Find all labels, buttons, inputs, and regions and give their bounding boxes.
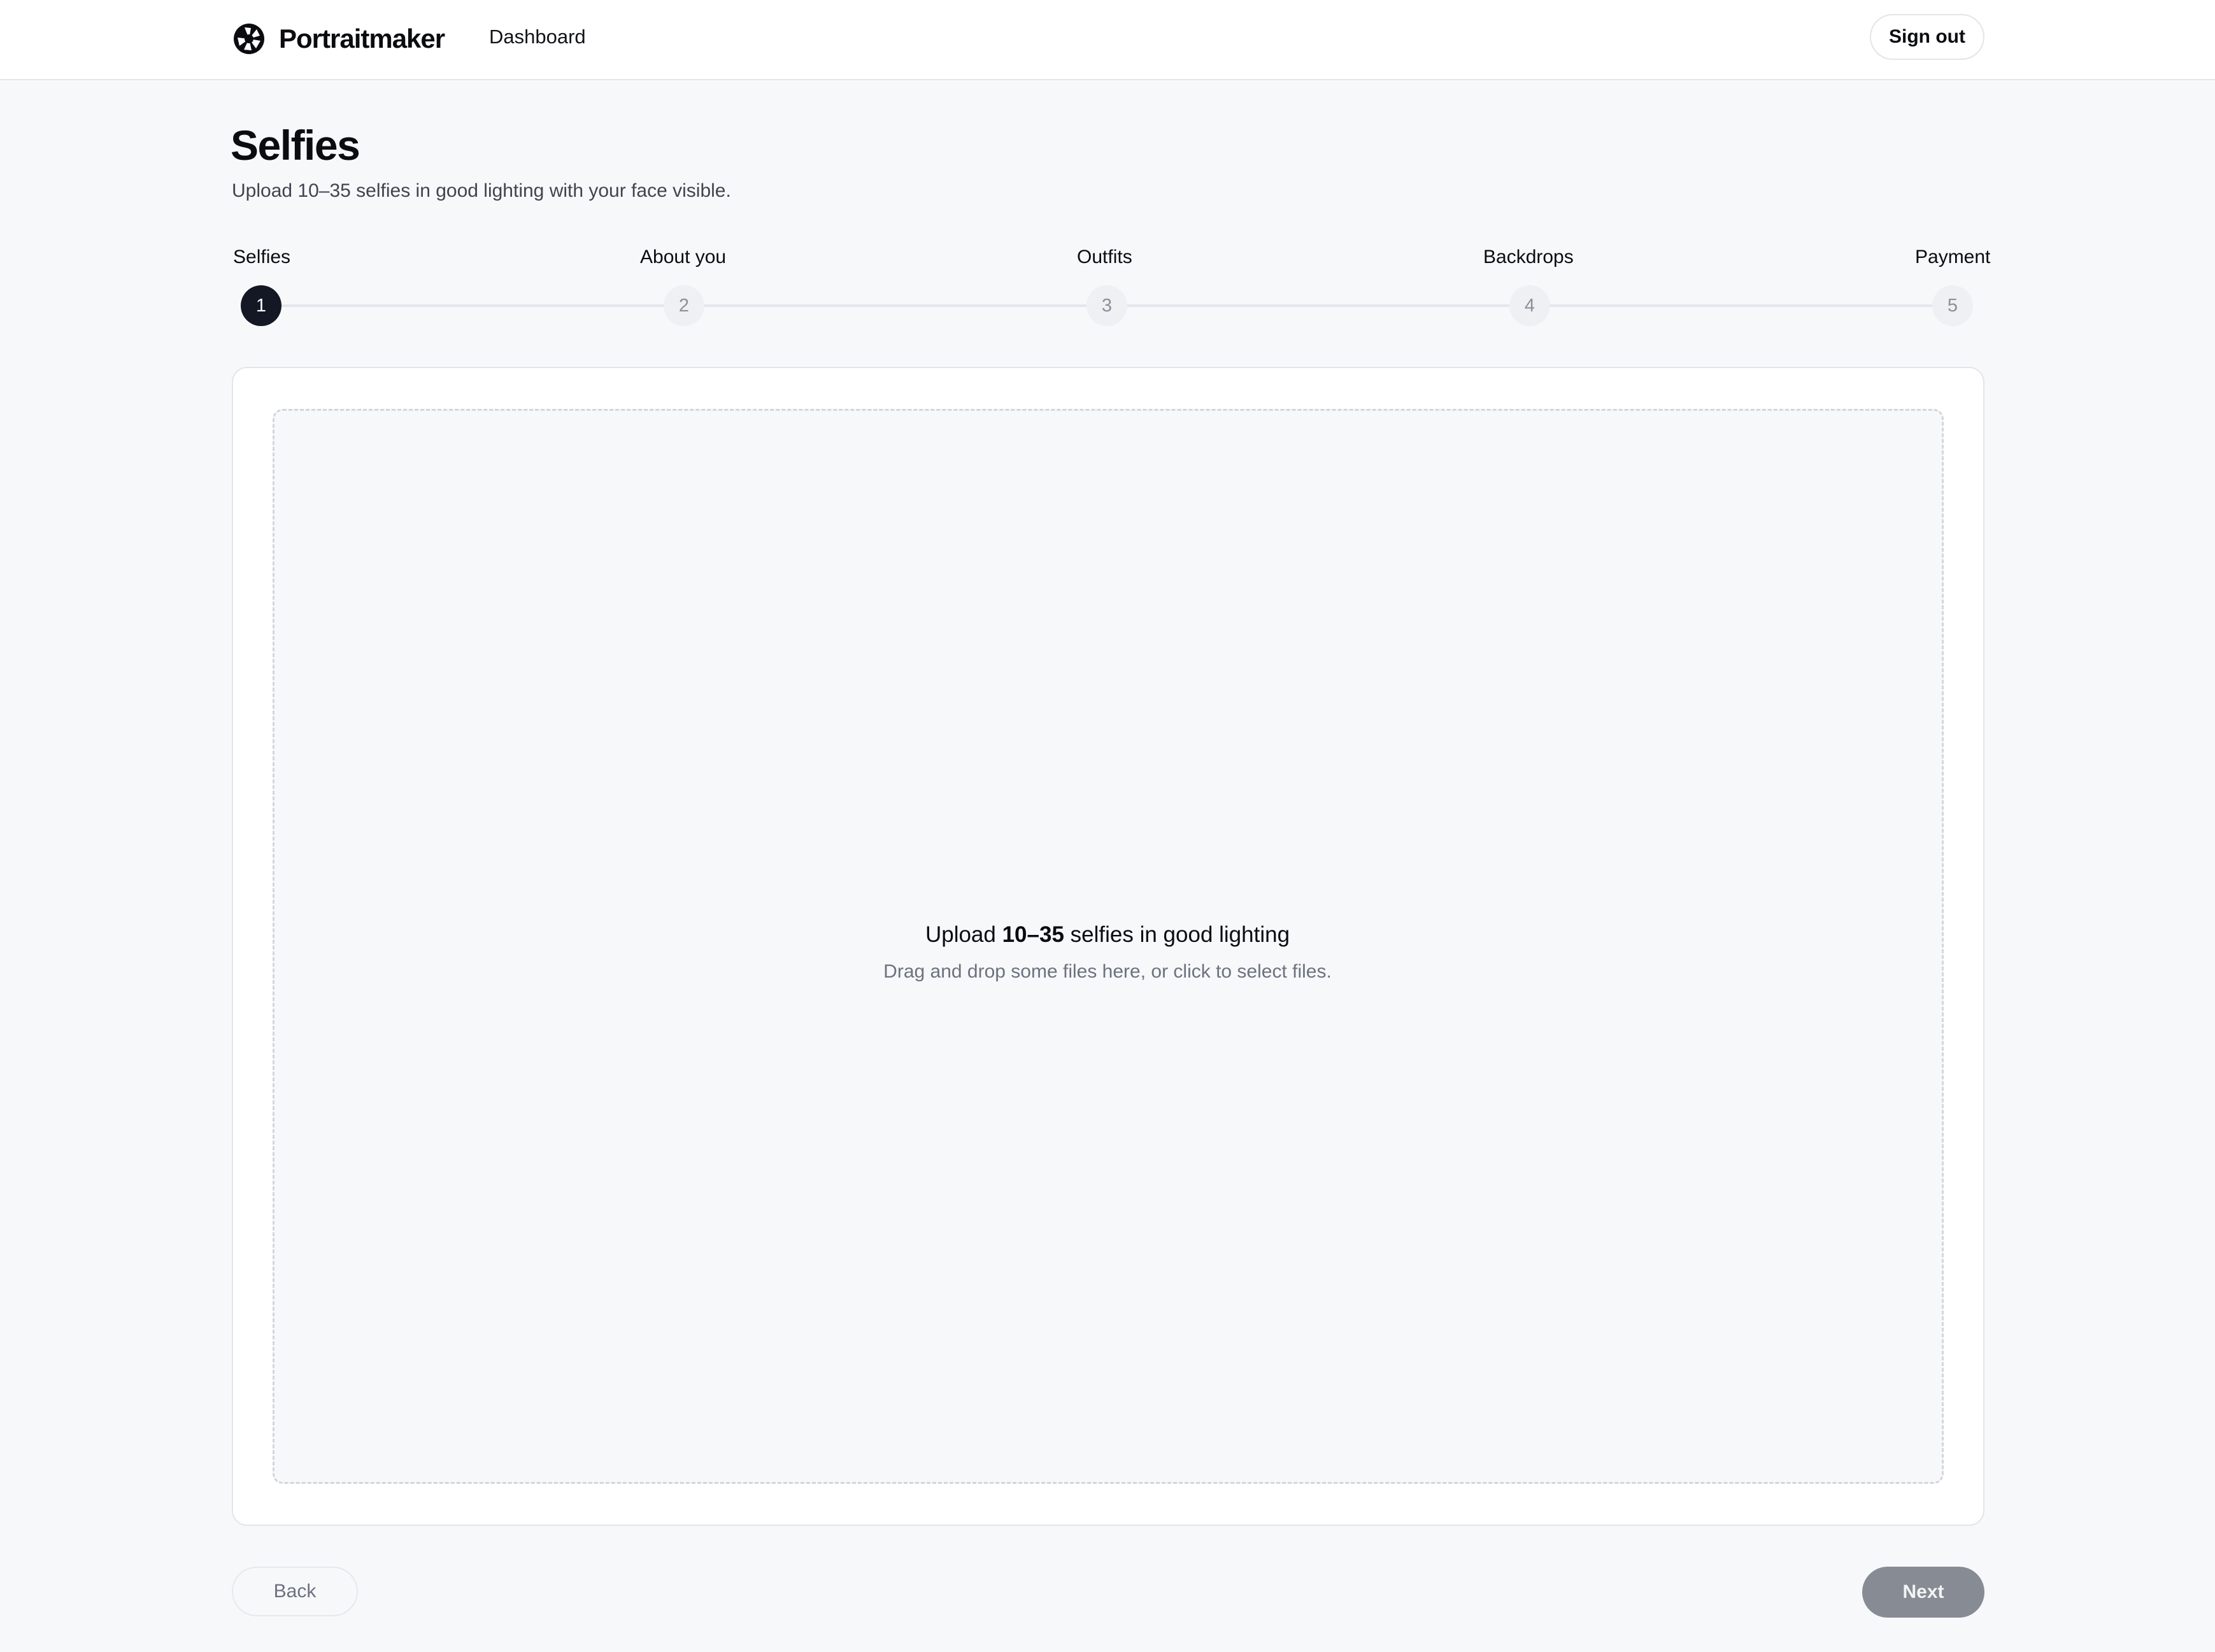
step-label-about-you: About you [640,246,727,267]
dropzone-heading: Upload 10–35 selfies in good lighting [0,920,2215,950]
aperture-icon [232,22,266,56]
step-connector [704,304,1089,307]
step-label-backdrops: Backdrops [1483,246,1574,267]
back-button[interactable]: Back [232,1567,358,1616]
nav-link-dashboard[interactable]: Dashboard [489,24,586,50]
brand-name: Portraitmaker [279,24,445,53]
brand[interactable]: Portraitmaker [232,19,445,59]
step-connector [281,304,666,307]
dropzone-hint: Drag and drop some files here, or click … [883,961,1332,982]
step-5-indicator[interactable]: 5 [1932,285,1973,326]
dropzone-heading-suffix: selfies in good lighting [1064,922,1290,947]
sign-out-button[interactable]: Sign out [1870,14,1984,60]
step-4-indicator[interactable]: 4 [1509,285,1550,326]
step-connector [1550,304,1935,307]
top-navigation-bar: Portraitmaker Dashboard Sign out [0,0,2215,80]
page-title: Selfies [231,122,360,169]
step-connector [1127,304,1512,307]
step-1-indicator[interactable]: 1 [241,285,281,326]
page-subtitle: Upload 10–35 selfies in good lighting wi… [232,180,731,201]
step-label-payment: Payment [1915,246,1991,267]
step-label-selfies: Selfies [233,246,291,267]
next-button[interactable]: Next [1862,1567,1984,1618]
dropzone-heading-count: 10–35 [1002,922,1064,947]
step-2-indicator[interactable]: 2 [664,285,704,326]
step-label-outfits: Outfits [1077,246,1132,267]
dropzone-heading-prefix: Upload [925,922,1002,947]
step-3-indicator[interactable]: 3 [1086,285,1127,326]
